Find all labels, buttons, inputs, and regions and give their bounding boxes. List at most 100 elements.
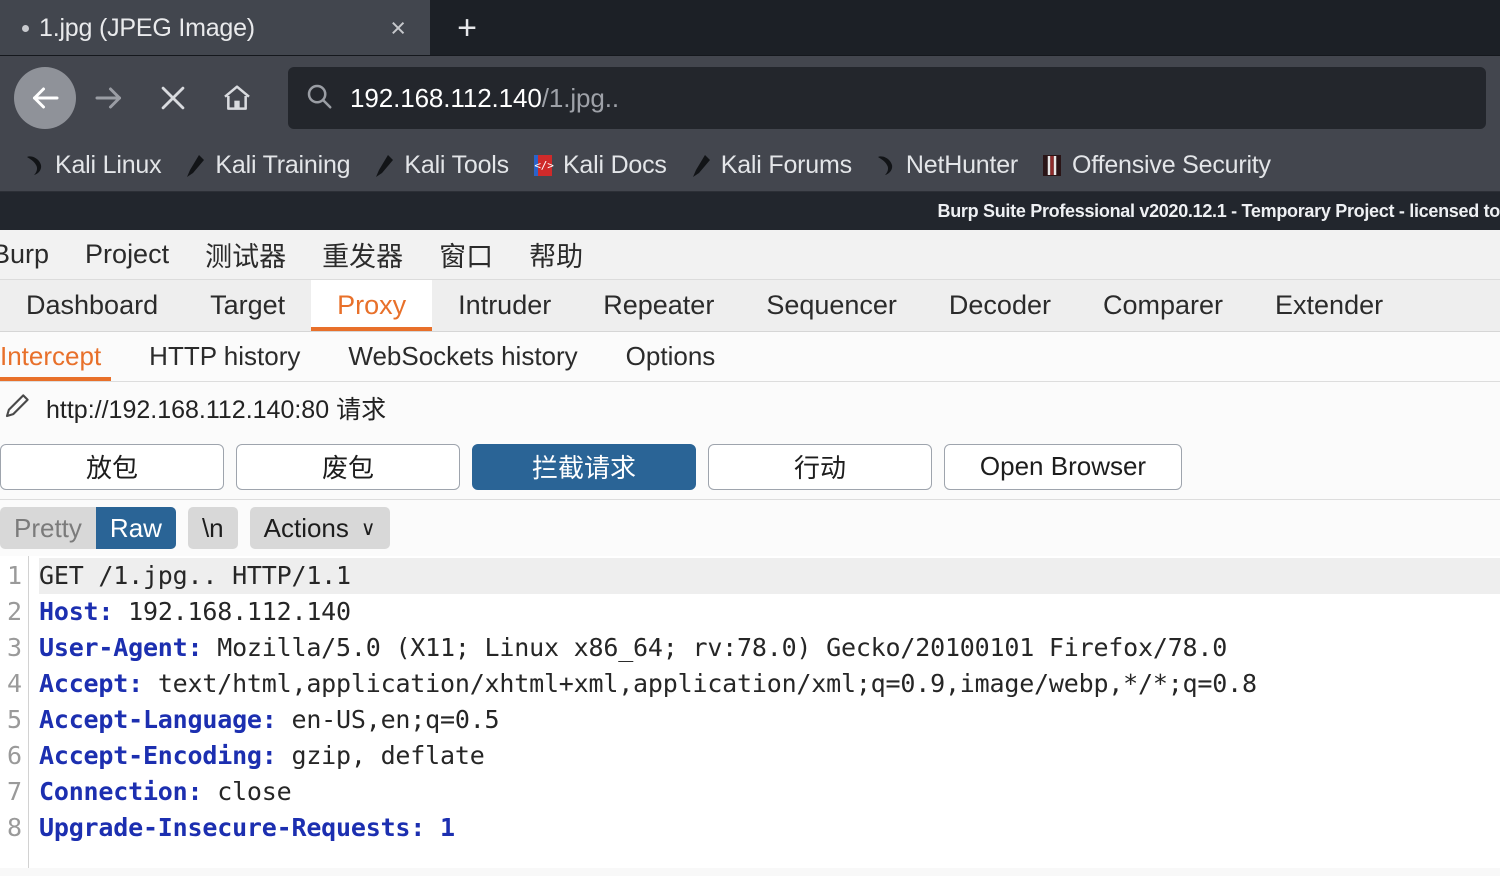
- stop-x-icon: [156, 81, 190, 115]
- burp-window-titlebar: Burp Suite Professional v2020.12.1 - Tem…: [0, 192, 1500, 230]
- new-tab-button[interactable]: +: [430, 0, 504, 56]
- message-editor-toolbar: Pretty Raw \n Actions ∨: [0, 500, 1500, 556]
- browser-tab[interactable]: 1.jpg (JPEG Image) ×: [0, 0, 430, 56]
- bookmark-offensive-security[interactable]: Offensive Security: [1029, 151, 1282, 180]
- tab-dashboard[interactable]: Dashboard: [0, 280, 184, 331]
- back-button[interactable]: [14, 67, 76, 129]
- request-header-name: Connection:: [39, 777, 203, 806]
- raw-view-button[interactable]: Raw: [95, 507, 176, 549]
- request-header-value: gzip, deflate: [276, 741, 485, 770]
- menu-help[interactable]: 帮助: [511, 235, 601, 274]
- request-line: Host: 192.168.112.140: [39, 594, 1500, 630]
- tab-comparer[interactable]: Comparer: [1077, 280, 1249, 331]
- request-header-name: Accept-Encoding:: [39, 741, 277, 770]
- view-mode-toggle-group: Pretty Raw: [0, 507, 176, 549]
- subtab-http-history[interactable]: HTTP history: [125, 332, 324, 381]
- bookmark-label: Offensive Security: [1072, 151, 1271, 179]
- forward-arrow-icon: [91, 80, 127, 116]
- tab-decoder[interactable]: Decoder: [923, 280, 1077, 331]
- bookmark-nethunter[interactable]: NetHunter: [863, 151, 1029, 180]
- bookmark-label: Kali Linux: [55, 151, 162, 179]
- open-browser-button[interactable]: Open Browser: [944, 443, 1182, 490]
- request-header-name: Host:: [39, 597, 114, 626]
- line-number: 8: [6, 813, 22, 842]
- intercept-toggle-button[interactable]: 拦截请求: [472, 443, 696, 490]
- request-line: Accept-Encoding: gzip, deflate: [39, 738, 1500, 774]
- request-header-name: Accept:: [39, 669, 143, 698]
- bookmark-kali-tools[interactable]: Kali Tools: [361, 151, 520, 180]
- request-target-bar: http://192.168.112.140:80 请求: [0, 382, 1500, 434]
- request-line: Upgrade-Insecure-Requests: 1: [39, 810, 1500, 846]
- kali-tool-icon: [183, 153, 207, 179]
- bookmark-kali-linux[interactable]: Kali Linux: [12, 151, 172, 180]
- request-line: GET /1.jpg.. HTTP/1.1: [39, 558, 1500, 594]
- search-icon: [304, 81, 334, 116]
- bookmark-label: Kali Forums: [720, 151, 852, 179]
- bookmark-label: NetHunter: [905, 151, 1019, 179]
- tab-intruder[interactable]: Intruder: [432, 280, 577, 331]
- close-icon[interactable]: ×: [380, 14, 416, 42]
- request-header-name: Accept-Language:: [39, 705, 277, 734]
- bookmark-label: Kali Tools: [404, 151, 509, 179]
- bookmarks-bar: Kali Linux Kali Training Kali Tools </> …: [0, 140, 1500, 192]
- proxy-sub-tabs: Intercept HTTP history WebSockets histor…: [0, 332, 1500, 382]
- request-header-value: text/html,application/xhtml+xml,applicat…: [142, 669, 1257, 698]
- tab-proxy[interactable]: Proxy: [311, 280, 433, 331]
- tab-extender[interactable]: Extender: [1249, 280, 1409, 331]
- request-line: Accept: text/html,application/xhtml+xml,…: [39, 666, 1500, 702]
- line-number: 4: [6, 669, 22, 698]
- tab-target[interactable]: Target: [184, 280, 311, 331]
- menu-window[interactable]: 窗口: [421, 235, 511, 274]
- line-number: 3: [6, 633, 22, 662]
- pretty-view-button[interactable]: Pretty: [0, 507, 96, 549]
- address-bar[interactable]: 192.168.112.140/1.jpg..: [288, 67, 1486, 129]
- burp-window-title: Burp Suite Professional v2020.12.1 - Tem…: [937, 200, 1500, 221]
- burp-menubar: Burp Project 测试器 重发器 窗口 帮助: [0, 230, 1500, 280]
- tab-sequencer[interactable]: Sequencer: [740, 280, 923, 331]
- request-line: User-Agent: Mozilla/5.0 (X11; Linux x86_…: [39, 630, 1500, 666]
- request-text[interactable]: GET /1.jpg.. HTTP/1.1 Host: 192.168.112.…: [28, 556, 1500, 868]
- bookmark-kali-forums[interactable]: Kali Forums: [678, 151, 863, 180]
- forward-button[interactable]: [78, 67, 140, 129]
- browser-tab-strip: 1.jpg (JPEG Image) × +: [0, 0, 1500, 56]
- burp-suite-app: Burp Project 测试器 重发器 窗口 帮助 Dashboard Tar…: [0, 230, 1500, 868]
- stop-button[interactable]: [142, 67, 204, 129]
- request-target-text: http://192.168.112.140:80 请求: [46, 396, 387, 424]
- forward-packet-button[interactable]: 放包: [0, 443, 224, 490]
- pencil-icon[interactable]: [2, 391, 32, 426]
- request-editor[interactable]: 1 2 3 4 5 6 7 8 GET /1.jpg.. HTTP/1.1 Ho…: [0, 556, 1500, 868]
- menu-intruder[interactable]: 测试器: [187, 235, 304, 274]
- request-line: Connection: close: [39, 774, 1500, 810]
- request-header-name: User-Agent:: [39, 633, 203, 662]
- url-text: 192.168.112.140/1.jpg..: [350, 83, 619, 114]
- kali-tool-icon: [689, 153, 713, 179]
- request-header-value: Mozilla/5.0 (X11; Linux x86_64; rv:78.0)…: [202, 633, 1228, 662]
- subtab-options[interactable]: Options: [602, 332, 740, 381]
- line-number: 1: [6, 561, 22, 590]
- url-path: /1.jpg..: [541, 82, 620, 113]
- offsec-icon: [1040, 153, 1064, 179]
- line-number: 2: [6, 597, 22, 626]
- kali-dragon-icon: [874, 153, 898, 179]
- subtab-intercept[interactable]: Intercept: [0, 332, 125, 381]
- request-line-value: GET /1.jpg.. HTTP/1.1: [39, 561, 351, 590]
- tab-title: 1.jpg (JPEG Image): [39, 13, 255, 42]
- menu-repeater[interactable]: 重发器: [304, 235, 421, 274]
- menu-burp[interactable]: Burp: [0, 239, 67, 270]
- menu-project[interactable]: Project: [67, 239, 187, 270]
- back-arrow-icon: [27, 80, 63, 116]
- tab-loading-dot-icon: [22, 24, 29, 32]
- chevron-down-icon: ∨: [360, 517, 376, 540]
- bookmark-kali-training[interactable]: Kali Training: [172, 151, 361, 180]
- browser-nav-bar: 192.168.112.140/1.jpg..: [0, 56, 1500, 140]
- drop-packet-button[interactable]: 废包: [236, 443, 460, 490]
- bookmark-label: Kali Docs: [562, 151, 667, 179]
- home-button[interactable]: [206, 67, 268, 129]
- action-button[interactable]: 行动: [708, 443, 932, 490]
- newline-button[interactable]: \n: [187, 507, 238, 549]
- subtab-websockets-history[interactable]: WebSockets history: [324, 332, 601, 381]
- bookmark-kali-docs[interactable]: </> Kali Docs: [520, 151, 678, 180]
- kali-dragon-icon: [23, 153, 47, 179]
- tab-repeater[interactable]: Repeater: [577, 280, 740, 331]
- actions-dropdown[interactable]: Actions ∨: [249, 507, 390, 549]
